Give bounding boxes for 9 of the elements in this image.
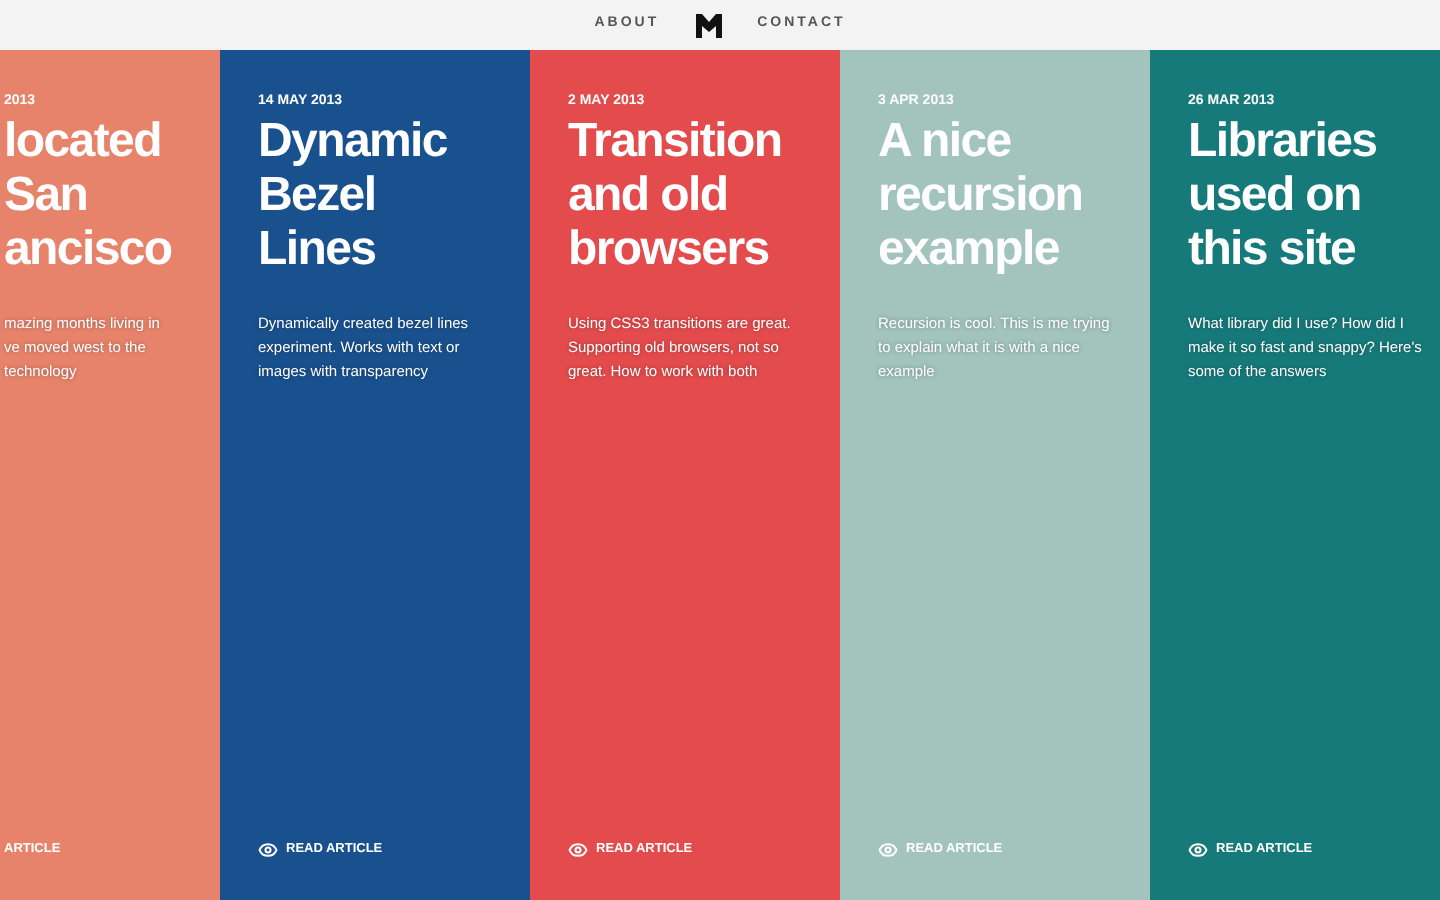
eye-icon bbox=[568, 840, 588, 860]
eye-icon bbox=[878, 840, 898, 860]
article-title[interactable]: Libraries used on this site bbox=[1188, 114, 1440, 276]
logo-icon[interactable] bbox=[695, 13, 722, 37]
article-title[interactable]: Transition and old browsers bbox=[568, 114, 832, 276]
eye-icon bbox=[1188, 840, 1208, 860]
eye-icon bbox=[258, 840, 278, 860]
article-title[interactable]: Dynamic Bezel Lines bbox=[258, 114, 522, 276]
article-title[interactable]: located San ancisco bbox=[4, 114, 212, 276]
